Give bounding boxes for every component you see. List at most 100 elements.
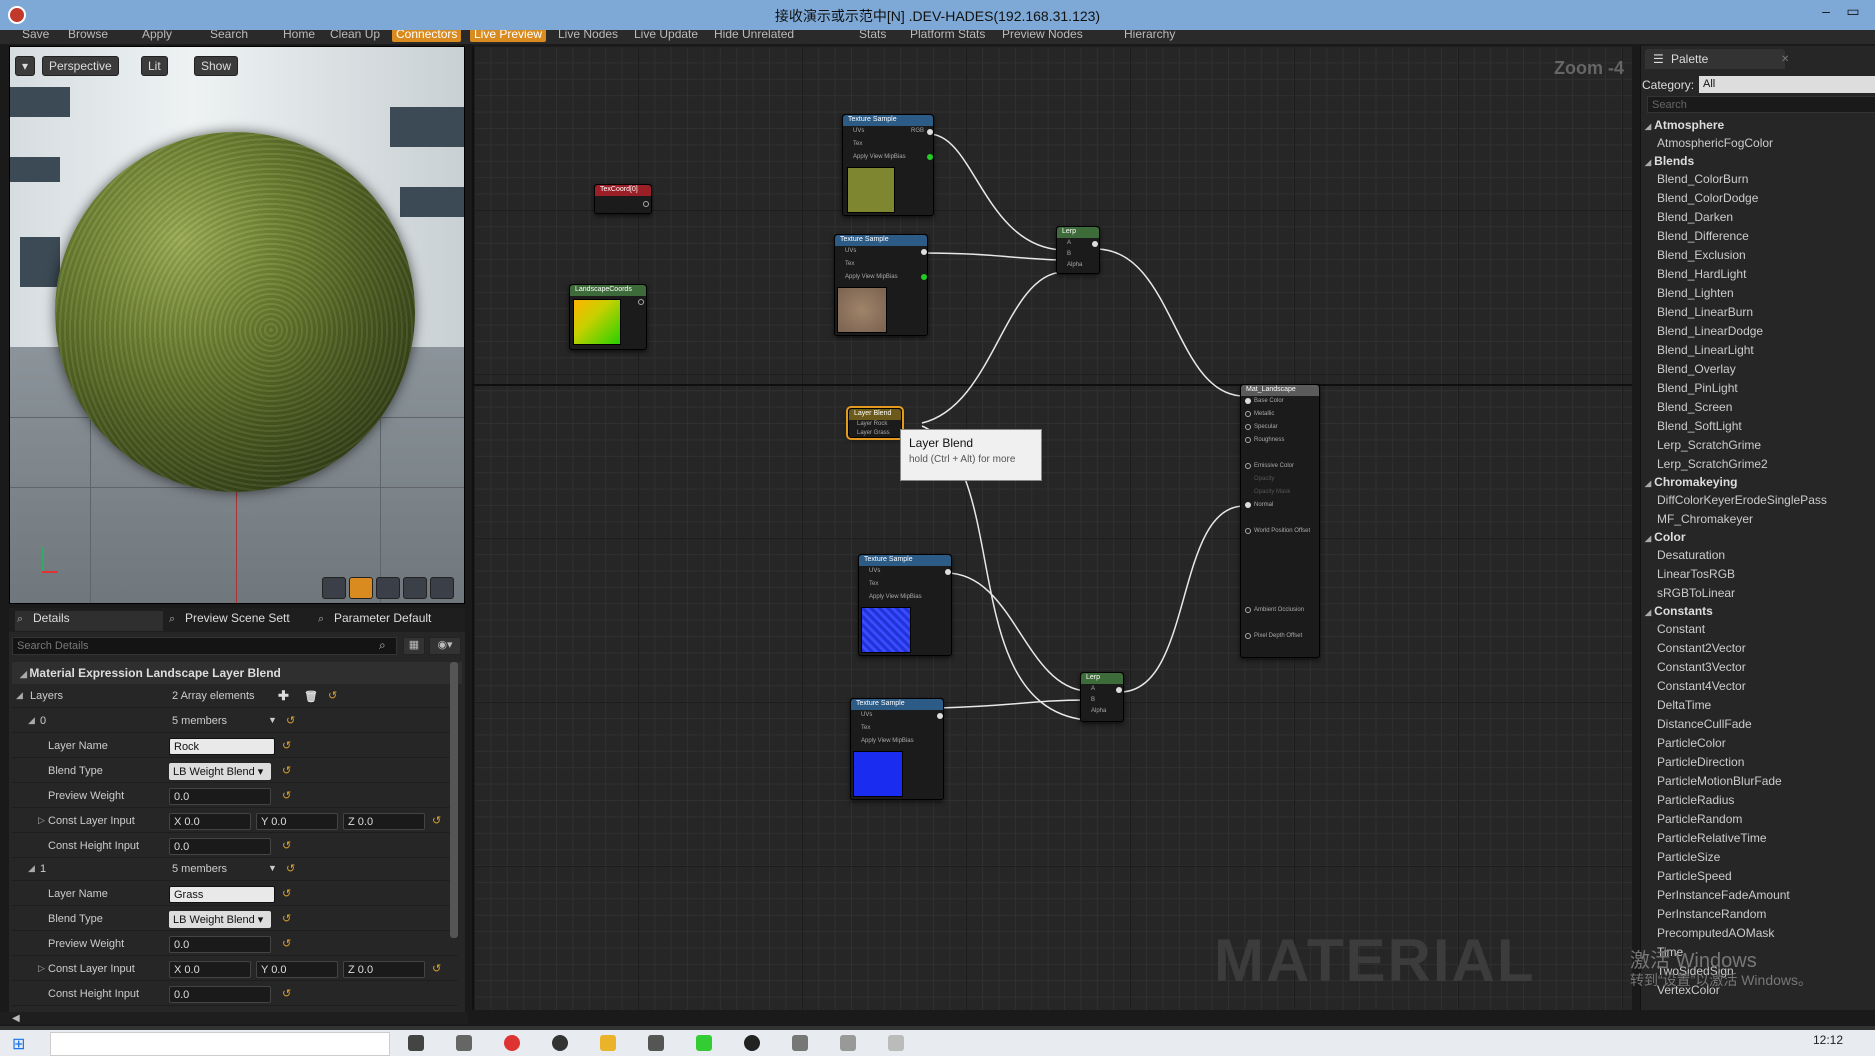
taskbar-search-input[interactable] (50, 1032, 390, 1056)
toolbar-hide-unrelated[interactable]: Hide Unrelated (710, 30, 798, 42)
layer-1-y-input[interactable]: Y 0.0 (256, 961, 338, 978)
lit-button[interactable]: Lit (141, 56, 168, 76)
palette-item[interactable]: Blend_LinearDodge (1641, 322, 1875, 341)
toolbar-search[interactable]: Search (206, 30, 252, 42)
palette-category[interactable]: ◢ Chromakeying (1641, 474, 1875, 491)
pin-wpo-dot[interactable] (1245, 528, 1251, 534)
palette-item[interactable]: Blend_Overlay (1641, 360, 1875, 379)
layer-1-x-input[interactable]: X 0.0 (169, 961, 251, 978)
show-button[interactable]: Show (194, 56, 239, 76)
details-section-title[interactable]: ◢ Material Expression Landscape Layer Bl… (12, 662, 462, 684)
toolbar-preview-nodes[interactable]: Preview Nodes (998, 30, 1087, 42)
node-texture-sample-1[interactable]: Texture Sample UVs Tex Apply View MipBia… (842, 114, 934, 216)
pin-metallic-dot[interactable] (1245, 411, 1251, 417)
node-material-output[interactable]: Mat_Landscape Base Color Metallic Specul… (1240, 384, 1320, 658)
visibility-options-button[interactable]: ◉▾ (429, 637, 461, 655)
app-icon[interactable] (744, 1035, 760, 1051)
palette-category[interactable]: ◢ Blends (1641, 153, 1875, 170)
app-icon[interactable] (456, 1035, 472, 1051)
palette-item[interactable]: PerInstanceFadeAmount (1641, 886, 1875, 905)
layer-1-z-input[interactable]: Z 0.0 (343, 961, 425, 978)
reset-icon[interactable]: ↺ (286, 714, 295, 727)
layer-0-z-input[interactable]: Z 0.0 (343, 813, 425, 830)
node-lerp-1[interactable]: Lerp A B Alpha (1056, 226, 1100, 274)
add-element-icon[interactable]: ✚ (278, 688, 289, 704)
app-icon[interactable] (552, 1035, 568, 1051)
pin-g-dot[interactable] (921, 274, 927, 280)
toolbar-home[interactable]: Home (279, 30, 319, 42)
details-scrollbar[interactable] (450, 662, 458, 938)
search-icon[interactable]: ⌕ (379, 638, 386, 653)
expand-icon[interactable]: ◢ (28, 863, 35, 874)
pin-ao-dot[interactable] (1245, 607, 1251, 613)
palette-item[interactable]: ParticleSpeed (1641, 867, 1875, 886)
preview-cube-button[interactable] (403, 577, 427, 599)
palette-item[interactable]: PrecomputedAOMask (1641, 924, 1875, 943)
reset-icon[interactable]: ↺ (282, 789, 291, 802)
layer-1-preview-weight-input[interactable]: 0.0 (169, 936, 271, 953)
reset-icon[interactable]: ↺ (286, 862, 295, 875)
layer-0-y-input[interactable]: Y 0.0 (256, 813, 338, 830)
palette-item[interactable]: Constant2Vector (1641, 639, 1875, 658)
palette-item[interactable]: Blend_Lighten (1641, 284, 1875, 303)
palette-item[interactable]: ParticleRadius (1641, 791, 1875, 810)
palette-item[interactable]: AtmosphericFogColor (1641, 134, 1875, 153)
palette-item[interactable]: ParticleColor (1641, 734, 1875, 753)
palette-item[interactable]: ParticleDirection (1641, 753, 1875, 772)
tab-palette[interactable]: ☰ Palette ✕ (1645, 49, 1789, 69)
tab-preview-scene-settings[interactable]: ⌕ Preview Scene Sett (167, 611, 290, 631)
palette-item[interactable]: ParticleMotionBlurFade (1641, 772, 1875, 791)
members-dropdown-icon[interactable]: ▼ (268, 863, 277, 873)
task-view-icon[interactable] (408, 1035, 424, 1051)
palette-search-input[interactable]: Search (1647, 96, 1875, 113)
pin-specular-dot[interactable] (1245, 424, 1251, 430)
reset-icon[interactable]: ↺ (282, 887, 291, 900)
palette-item[interactable]: Blend_PinLight (1641, 379, 1875, 398)
toolbar-live-update[interactable]: Live Update (630, 30, 702, 42)
palette-item[interactable]: ParticleSize (1641, 848, 1875, 867)
folder-icon[interactable] (600, 1035, 616, 1051)
pin-emissive-dot[interactable] (1245, 463, 1251, 469)
preview-plane-button[interactable] (376, 577, 400, 599)
palette-item[interactable]: Blend_ColorBurn (1641, 170, 1875, 189)
layer-0-x-input[interactable]: X 0.0 (169, 813, 251, 830)
reset-icon[interactable]: ↺ (282, 839, 291, 852)
toolbar-live-preview[interactable]: Live Preview (470, 30, 547, 42)
palette-item[interactable]: Desaturation (1641, 546, 1875, 565)
preview-mesh-button[interactable] (430, 577, 454, 599)
category-select[interactable]: All (1699, 76, 1875, 93)
node-landscape-coords[interactable]: LandscapeCoords (569, 284, 647, 350)
output-pin[interactable] (638, 299, 644, 305)
reset-icon[interactable]: ↺ (432, 962, 441, 975)
palette-item[interactable]: ParticleRandom (1641, 810, 1875, 829)
palette-item[interactable]: Blend_Darken (1641, 208, 1875, 227)
palette-item[interactable]: Blend_LinearLight (1641, 341, 1875, 360)
pin-rgb-dot[interactable] (921, 249, 927, 255)
reset-icon[interactable]: ↺ (282, 739, 291, 752)
layer-1-const-height-input[interactable]: 0.0 (169, 986, 271, 1003)
palette-item[interactable]: Blend_LinearBurn (1641, 303, 1875, 322)
node-texture-sample-3[interactable]: Texture Sample UVs Tex Apply View MipBia… (858, 554, 952, 656)
reset-icon[interactable]: ↺ (432, 814, 441, 827)
pin-rgb-dot[interactable] (945, 569, 951, 575)
details-search-input[interactable]: Search Details (12, 637, 397, 655)
reset-icon[interactable]: ↺ (282, 764, 291, 777)
palette-item[interactable]: Blend_Exclusion (1641, 246, 1875, 265)
toolbar-apply[interactable]: Apply (138, 30, 176, 42)
reset-icon[interactable]: ↺ (282, 937, 291, 950)
expand-icon[interactable]: ▷ (38, 815, 45, 826)
toolbar-live-nodes[interactable]: Live Nodes (554, 30, 622, 42)
app-icon[interactable] (648, 1035, 664, 1051)
palette-item[interactable]: Lerp_ScratchGrime2 (1641, 455, 1875, 474)
app-icon[interactable] (888, 1035, 904, 1051)
palette-item[interactable]: Blend_ColorDodge (1641, 189, 1875, 208)
material-graph[interactable]: Zoom -4 MATERIAL TexCoord[0] LandscapeCo… (472, 46, 1632, 1010)
pin-rgb-dot[interactable] (927, 129, 933, 135)
scroll-left-icon[interactable]: ◀ (12, 1013, 20, 1024)
minimize-button[interactable]: – (1813, 3, 1839, 19)
node-lerp-2[interactable]: Lerp A B Alpha (1080, 672, 1124, 722)
palette-item[interactable]: DeltaTime (1641, 696, 1875, 715)
node-texcoord[interactable]: TexCoord[0] (594, 184, 652, 214)
palette-item[interactable]: ParticleRelativeTime (1641, 829, 1875, 848)
toolbar-save[interactable]: Save (18, 30, 53, 42)
